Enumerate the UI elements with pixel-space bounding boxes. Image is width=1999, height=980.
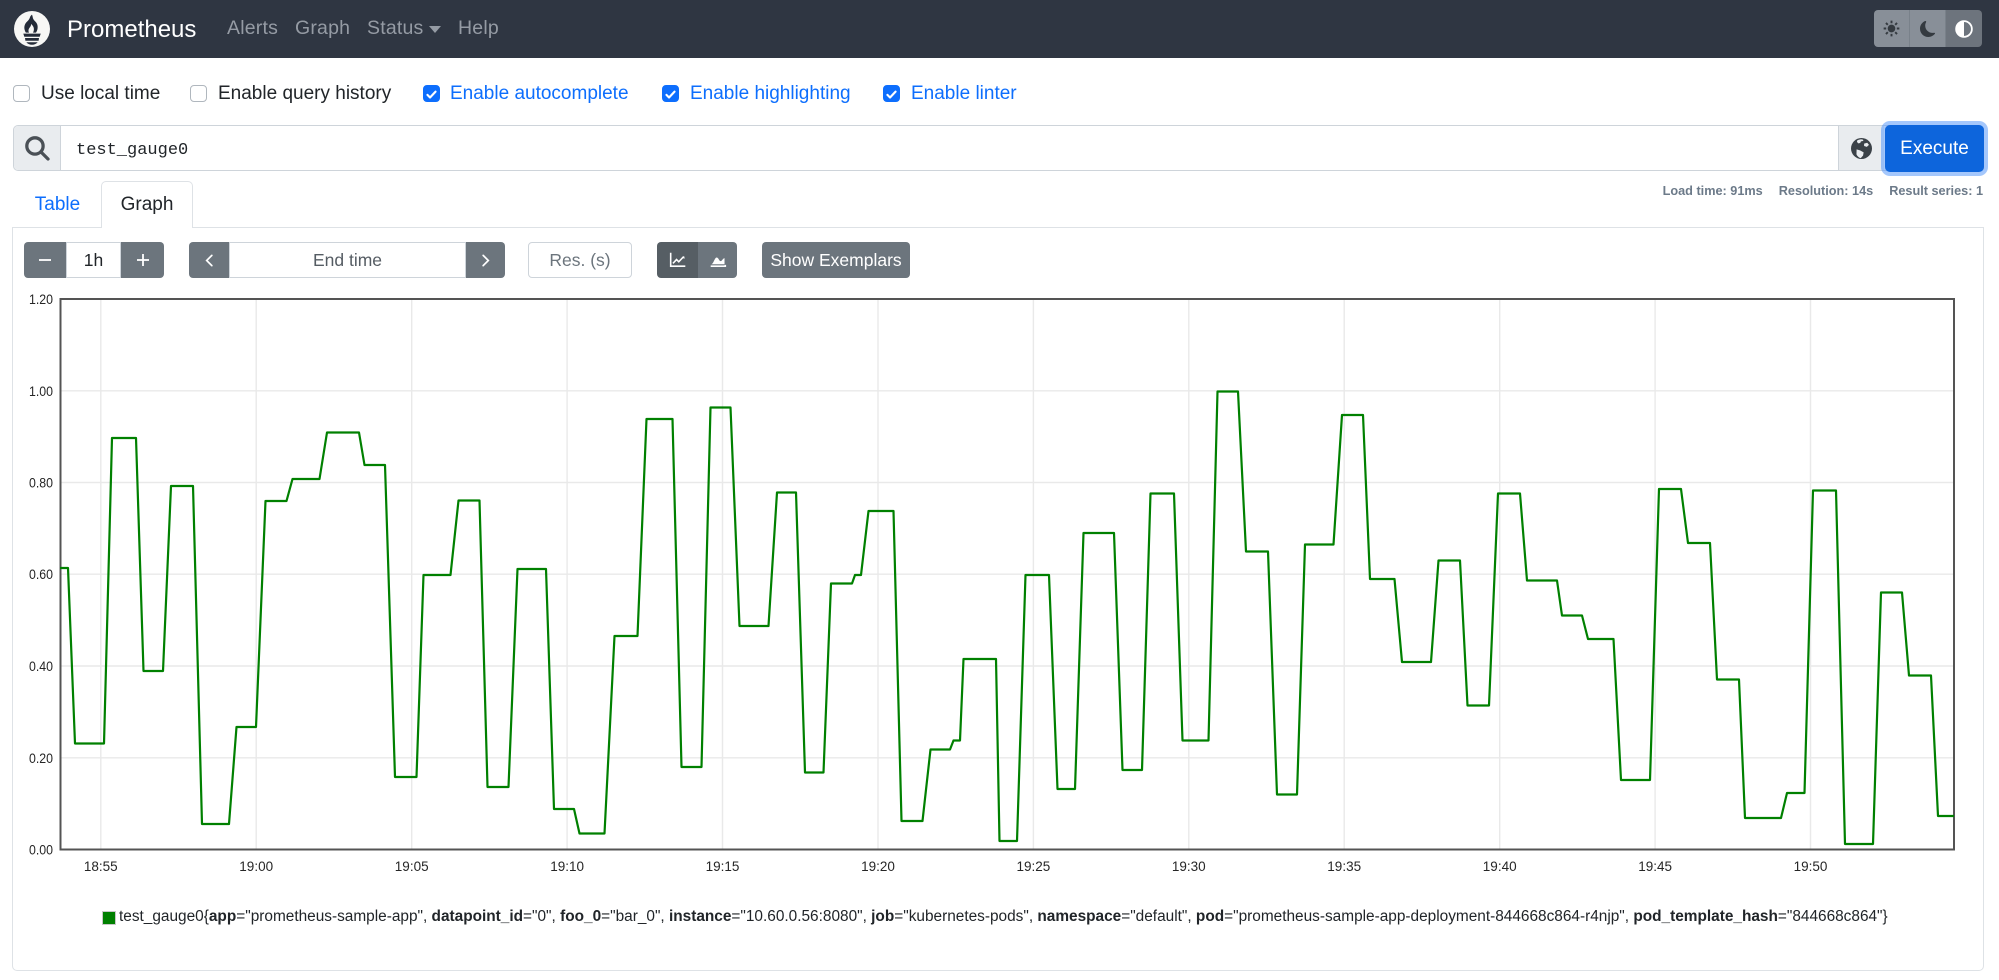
svg-text:0.00: 0.00 <box>29 843 53 858</box>
svg-text:1.00: 1.00 <box>29 384 53 399</box>
svg-text:19:30: 19:30 <box>1172 859 1206 874</box>
svg-text:19:10: 19:10 <box>550 859 584 874</box>
svg-text:0.60: 0.60 <box>29 567 53 582</box>
svg-text:19:45: 19:45 <box>1638 859 1672 874</box>
svg-text:0.80: 0.80 <box>29 476 53 491</box>
svg-text:19:00: 19:00 <box>239 859 273 874</box>
svg-text:19:25: 19:25 <box>1017 859 1051 874</box>
svg-text:19:40: 19:40 <box>1483 859 1517 874</box>
svg-text:19:20: 19:20 <box>861 859 895 874</box>
svg-text:19:15: 19:15 <box>706 859 740 874</box>
svg-text:0.40: 0.40 <box>29 659 53 674</box>
svg-text:1.20: 1.20 <box>29 292 53 307</box>
svg-text:0.20: 0.20 <box>29 751 53 766</box>
svg-text:19:35: 19:35 <box>1327 859 1361 874</box>
svg-text:19:50: 19:50 <box>1794 859 1828 874</box>
svg-text:18:55: 18:55 <box>84 859 118 874</box>
svg-text:19:05: 19:05 <box>395 859 429 874</box>
